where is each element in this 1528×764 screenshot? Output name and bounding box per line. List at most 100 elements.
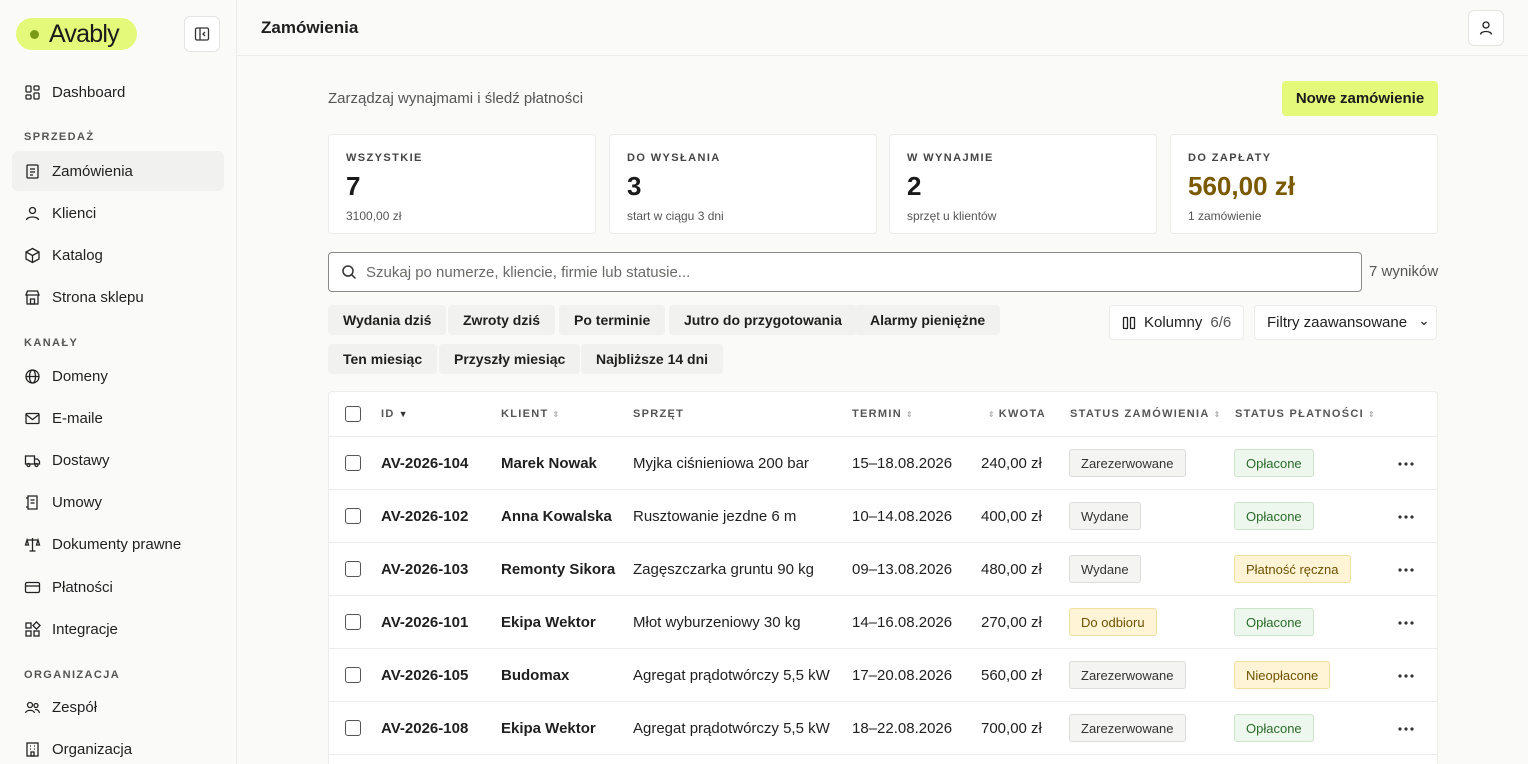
sidebar-item-store[interactable]: Strona sklepu: [12, 277, 224, 317]
sidebar-item-clients[interactable]: Klienci: [12, 193, 224, 233]
more-actions-icon[interactable]: [1396, 507, 1416, 527]
section-title-channels: KANAŁY: [24, 337, 79, 349]
client-name: Marek Nowak: [501, 455, 597, 472]
collapse-sidebar-button[interactable]: [184, 16, 220, 52]
sidebar-item-emails[interactable]: E-maile: [12, 398, 224, 438]
stat-card-rented[interactable]: W WYNAJMIE 2 sprzęt u klientów: [889, 134, 1157, 234]
mail-icon: [25, 412, 40, 424]
advanced-filters-label: Filtry zaawansowane: [1267, 314, 1408, 331]
sidebar-item-label: Klienci: [52, 204, 97, 222]
sidebar-item-payments[interactable]: Płatności: [12, 567, 224, 607]
sidebar-item-contracts[interactable]: Umowy: [12, 482, 224, 522]
truck-icon: [24, 454, 41, 467]
header-label: KWOTA: [998, 408, 1046, 420]
select-all-checkbox[interactable]: [345, 406, 361, 422]
sidebar-item-dashboard[interactable]: Dashboard: [12, 72, 224, 112]
row-checkbox[interactable]: [345, 455, 361, 471]
filter-chip-releases-today[interactable]: Wydania dziś: [328, 305, 447, 335]
sidebar-item-label: Organizacja: [52, 740, 133, 758]
column-header-client[interactable]: KLIENT ⇕: [501, 408, 559, 420]
sort-icon: ⇕: [1213, 409, 1221, 419]
column-header-order-status[interactable]: STATUS ZAMÓWIENIA ⇕: [1070, 408, 1220, 420]
header-label: TERMIN: [852, 408, 902, 420]
header-label: ID: [381, 408, 395, 420]
advanced-filters-dropdown[interactable]: Filtry zaawansowane: [1254, 305, 1437, 340]
logo-text: Avably: [49, 19, 120, 48]
row-checkbox[interactable]: [345, 614, 361, 630]
sidebar-item-catalog[interactable]: Katalog: [12, 235, 224, 275]
filter-chip-returns-today[interactable]: Zwroty dziś: [448, 305, 556, 335]
column-header-term[interactable]: TERMIN ⇕: [852, 408, 913, 420]
client-name: Ekipa Wektor: [501, 614, 596, 631]
more-actions-icon[interactable]: [1396, 613, 1416, 633]
header-label: STATUS ZAMÓWIENIA: [1070, 408, 1210, 420]
order-status-badge: Zarezerwowane: [1069, 714, 1186, 742]
amount: 480,00 zł: [981, 561, 1042, 578]
column-header-amount[interactable]: ⇕ KWOTA: [988, 408, 1046, 420]
sidebar-item-team[interactable]: Zespół: [12, 687, 224, 727]
sidebar-item-integrations[interactable]: Integracje: [12, 609, 224, 649]
sidebar-item-domains[interactable]: Domeny: [12, 356, 224, 396]
row-checkbox[interactable]: [345, 561, 361, 577]
order-id[interactable]: AV-2026-104: [381, 455, 468, 472]
order-id[interactable]: AV-2026-108: [381, 720, 468, 737]
column-header-id[interactable]: ID ▼: [381, 408, 408, 420]
order-id[interactable]: AV-2026-103: [381, 561, 468, 578]
scale-icon: [24, 537, 41, 552]
client-name: Remonty Sikora: [501, 561, 616, 578]
columns-label: Kolumny: [1144, 314, 1203, 331]
sidebar-item-label: Umowy: [52, 493, 103, 511]
more-actions-icon[interactable]: [1396, 666, 1416, 686]
more-actions-icon[interactable]: [1396, 454, 1416, 474]
sort-desc-icon: ▼: [398, 409, 408, 419]
logo[interactable]: Avably: [16, 18, 137, 50]
row-checkbox[interactable]: [345, 508, 361, 524]
amount: 560,00 zł: [981, 667, 1042, 684]
filter-chip-next-14-days[interactable]: Najbliższe 14 dni: [581, 344, 724, 374]
table-row[interactable]: AV-2026-102 Anna Kowalska Rusztowanie je…: [329, 490, 1437, 543]
order-status-badge: Wydane: [1069, 555, 1141, 583]
search-input[interactable]: [366, 263, 1361, 281]
user-menu-button[interactable]: [1468, 10, 1504, 46]
stat-card-to-ship[interactable]: DO WYSŁANIA 3 start w ciągu 3 dni: [609, 134, 877, 234]
topbar: Zamówienia: [237, 0, 1528, 56]
column-header-payment-status[interactable]: STATUS PŁATNOŚCI ⇕: [1235, 408, 1375, 420]
columns-button[interactable]: Kolumny 6/6: [1109, 305, 1244, 340]
order-id[interactable]: AV-2026-101: [381, 614, 468, 631]
order-id[interactable]: AV-2026-105: [381, 667, 468, 684]
payment-status-badge: Opłacone: [1234, 449, 1314, 477]
row-checkbox[interactable]: [345, 667, 361, 683]
order-id[interactable]: AV-2026-102: [381, 508, 468, 525]
table-row[interactable]: AV-2026-104 Marek Nowak Myjka ciśnieniow…: [329, 437, 1437, 490]
table-row[interactable]: AV-2026-101 Ekipa Wektor Młot wyburzenio…: [329, 596, 1437, 649]
more-actions-icon[interactable]: [1396, 560, 1416, 580]
columns-count: 6/6: [1210, 314, 1232, 331]
term: 09–13.08.2026: [852, 561, 953, 578]
table-row[interactable]: AV-2026-108 Ekipa Wektor Agregat prądotw…: [329, 702, 1437, 755]
stat-sub: 3100,00 zł: [346, 209, 402, 223]
client-name: Anna Kowalska: [501, 508, 612, 525]
stat-card-all[interactable]: WSZYSTKIE 7 3100,00 zł: [328, 134, 596, 234]
table-row[interactable]: AV-2026-105 Budomax Agregat prądotwórczy…: [329, 649, 1437, 702]
stat-card-to-pay[interactable]: DO ZAPŁATY 560,00 zł 1 zamówienie: [1170, 134, 1438, 234]
columns-icon: [1122, 316, 1136, 329]
filter-chip-this-month[interactable]: Ten miesiąc: [328, 344, 438, 374]
row-checkbox[interactable]: [345, 720, 361, 736]
equipment: Agregat prądotwórczy 5,5 kW: [633, 667, 830, 684]
sidebar-item-organization[interactable]: Organizacja: [12, 729, 224, 764]
search-box: [328, 252, 1362, 292]
sidebar-item-legal-docs[interactable]: Dokumenty prawne: [12, 524, 224, 564]
filter-chip-overdue[interactable]: Po terminie: [559, 305, 666, 335]
sidebar-item-orders[interactable]: Zamówienia: [12, 151, 224, 191]
filter-chip-tomorrow-prep[interactable]: Jutro do przygotowania: [669, 305, 857, 335]
search-icon: [342, 265, 357, 280]
sidebar-item-label: Zespół: [52, 698, 98, 716]
more-actions-icon[interactable]: [1396, 719, 1416, 739]
table-row[interactable]: AV-2026-103 Remonty Sikora Zagęszczarka …: [329, 543, 1437, 596]
sidebar-item-deliveries[interactable]: Dostawy: [12, 440, 224, 480]
integrations-icon: [25, 620, 41, 637]
filter-chip-next-month[interactable]: Przyszły miesiąc: [439, 344, 581, 374]
building-icon: [26, 741, 39, 757]
filter-chip-money-alarms[interactable]: Alarmy pieniężne: [855, 305, 1001, 335]
new-order-button[interactable]: Nowe zamówienie: [1282, 81, 1438, 116]
